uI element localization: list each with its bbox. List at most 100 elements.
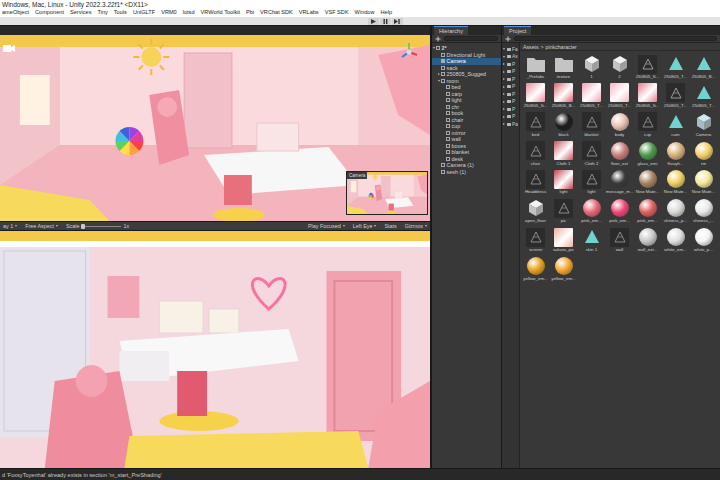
expand-arrow-icon[interactable] [433,47,435,49]
menu-item[interactable]: lotsd [183,10,195,16]
pause-button[interactable] [380,18,391,25]
asset-tile[interactable]: pic [550,198,577,224]
hierarchy-item[interactable]: mirror [432,130,501,137]
expand-arrow-icon[interactable] [503,108,505,110]
menu-item[interactable]: Tools [114,10,127,16]
play-button[interactable] [368,18,379,25]
expand-arrow-icon[interactable] [503,78,505,80]
hierarchy-item[interactable]: chair [432,117,501,124]
asset-tile[interactable]: wall [606,227,633,253]
menu-item[interactable]: VRLabs [299,10,319,16]
menu-item[interactable]: Window [355,10,375,16]
asset-tile[interactable]: New Mate... [662,169,689,195]
asset-tile[interactable]: rm [690,141,717,167]
tree-item[interactable]: P [503,99,519,105]
scale-slider-knob[interactable] [81,224,85,229]
hierarchy-item[interactable]: 2* [432,45,501,52]
asset-tile[interactable]: skin 1 [578,227,605,253]
tree-item[interactable]: Pa [503,121,519,127]
asset-tile[interactable]: screen [522,227,549,253]
scale-slider[interactable] [81,226,121,227]
tree-item[interactable]: P [503,114,519,120]
hierarchy-item[interactable]: carp [432,91,501,98]
asset-tile[interactable]: Camera [690,112,717,138]
tree-item[interactable]: P [503,69,519,75]
asset-tile[interactable]: yellow_em... [550,256,577,282]
stats-button[interactable]: Stats [384,223,396,229]
tree-item[interactable]: P [503,91,519,97]
tree-item[interactable]: P [503,84,519,90]
gizmos-dropdown[interactable]: Gizmos [405,223,427,229]
tree-item[interactable]: P [503,61,519,67]
menu-item[interactable]: UniGLTF [133,10,155,16]
hierarchy-item[interactable]: light [432,97,501,104]
asset-tile[interactable]: white_p... [690,227,717,253]
asset-tile[interactable]: 250805_T... [578,83,605,109]
hierarchy-item[interactable]: Camera (1) [432,162,501,169]
project-search[interactable] [514,36,717,41]
tree-item[interactable]: Fa [503,46,519,52]
asset-tile[interactable]: bed [522,112,549,138]
hierarchy-item[interactable]: desk [432,156,501,163]
hierarchy-item[interactable]: boxes [432,143,501,150]
plus-icon[interactable] [435,36,441,42]
asset-tile[interactable]: Cloth 1 [550,141,577,167]
expand-arrow-icon[interactable] [503,116,505,118]
expand-arrow-icon[interactable] [503,71,505,73]
asset-tile[interactable]: 250805_T... [662,83,689,109]
menu-item[interactable]: Help [381,10,393,16]
asset-tile[interactable]: cam [662,112,689,138]
menu-item[interactable]: ameObject [2,10,29,16]
menu-item[interactable]: Tiny [97,10,107,16]
asset-tile[interactable]: 250805_T... [662,54,689,80]
game-view[interactable] [0,231,430,468]
hierarchy-item[interactable]: book [432,110,501,117]
tree-item[interactable]: As [503,54,519,60]
menu-item[interactable]: Component [35,10,64,16]
expand-arrow-icon[interactable] [503,86,505,88]
axis-gizmo-icon[interactable] [398,41,420,63]
play-mode-dropdown[interactable]: Play Focused [308,223,345,229]
hierarchy-item[interactable]: wall [432,136,501,143]
asset-tile[interactable]: body [606,112,633,138]
asset-tile[interactable]: 250805_S... [634,54,661,80]
hierarchy-item[interactable]: sesh (1) [432,169,501,176]
hierarchy-item[interactable]: bed [432,84,501,91]
asset-tile[interactable]: 250805_S... [522,83,549,109]
asset-tile[interactable]: 250805_T... [606,83,633,109]
menu-item[interactable]: Pbi [246,10,254,16]
display-dropdown[interactable]: ay 1 [3,223,17,229]
hierarchy-item[interactable]: blanket [432,149,501,156]
asset-tile[interactable]: floor_ext [606,141,633,167]
asset-tile[interactable]: pink_em... [606,198,633,224]
asset-tile[interactable]: yellow_em... [522,256,549,282]
menu-item[interactable]: VRChat SDK [260,10,293,16]
asset-tile[interactable]: 250805_B... [550,83,577,109]
asset-tile[interactable]: Kouyh... [662,141,689,167]
expand-arrow-icon[interactable] [438,80,440,82]
asset-tile[interactable]: 1 [578,54,605,80]
asset-tile[interactable]: shiness_... [690,198,717,224]
asset-tile[interactable]: New Mate... [634,169,661,195]
expand-arrow-icon[interactable] [503,93,505,95]
project-tab[interactable]: Project [504,26,531,35]
asset-tile[interactable]: 250805_T... [690,83,717,109]
expand-arrow-icon[interactable] [438,73,440,75]
asset-tile[interactable]: pink_em... [634,198,661,224]
hierarchy-item[interactable]: cup [432,123,501,130]
asset-tile[interactable]: chair [522,141,549,167]
hierarchy-search[interactable] [444,36,498,41]
asset-tile[interactable]: New Mate... [690,169,717,195]
hierarchy-item[interactable]: chr [432,104,501,111]
asset-tile[interactable]: 250805_S... [634,83,661,109]
asset-tile[interactable]: shiness_p... [662,198,689,224]
asset-tile[interactable]: glass_emi [634,141,661,167]
game-render[interactable] [0,231,430,468]
hierarchy-item[interactable]: Camera [432,58,501,65]
menu-item[interactable]: VRM0 [161,10,177,16]
menu-item[interactable]: Services [70,10,91,16]
breadcrumb-item[interactable]: pinkcharacter [546,44,577,50]
hierarchy-tab[interactable]: Hierarchy [434,26,468,35]
plus-icon[interactable] [505,36,511,42]
asset-tile[interactable]: pink_em... [578,198,605,224]
